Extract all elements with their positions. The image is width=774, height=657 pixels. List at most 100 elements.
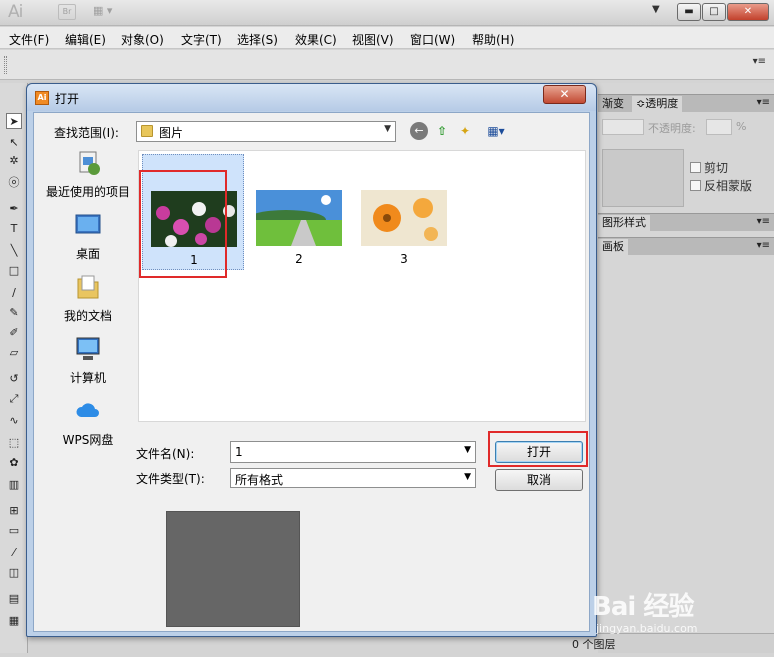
menu-view[interactable]: 视图(V) <box>352 31 394 48</box>
line-tool-icon[interactable]: ╲ <box>6 243 22 259</box>
blend-mode-select[interactable] <box>602 119 644 135</box>
highlight-frame <box>139 170 227 278</box>
transparency-preview <box>602 149 684 207</box>
artboard-tool-icon[interactable]: ▦ <box>6 613 22 629</box>
direct-selection-tool-icon[interactable]: ↖ <box>6 135 22 151</box>
symbol-sprayer-tool-icon[interactable]: ✿ <box>6 455 22 471</box>
place-documents[interactable]: 我的文档 <box>40 273 136 333</box>
checkbox-box[interactable] <box>690 180 701 191</box>
menu-select[interactable]: 选择(S) <box>237 31 278 48</box>
watermark-logo: Bai 经验 <box>592 592 694 622</box>
tab-artboard[interactable]: 画板 <box>598 239 628 255</box>
graph-tool-icon[interactable]: ▥ <box>6 477 22 493</box>
landscape-thumbnail-image <box>256 190 342 246</box>
place-desktop[interactable]: 桌面 <box>40 211 136 271</box>
dialog-titlebar[interactable]: Ai 打开 ✕ <box>27 84 596 111</box>
tab-gradient[interactable]: 渐变 <box>598 96 628 112</box>
workspace-dropdown-icon[interactable]: ▼ <box>652 4 660 15</box>
invert-mask-checkbox[interactable]: 反相蒙版 <box>690 177 770 193</box>
filename-label: 文件名(N): <box>136 447 195 461</box>
opacity-unit: % <box>736 120 747 133</box>
graphic-styles-panel-tabs: 图形样式 ▾≡ <box>598 213 774 231</box>
tab-transparency[interactable]: ≎透明度 <box>632 96 683 112</box>
filetype-label: 文件类型(T): <box>136 472 205 486</box>
preview-pane <box>166 511 300 627</box>
pen-tool-icon[interactable]: ✒ <box>6 201 22 217</box>
menu-edit[interactable]: 编辑(E) <box>65 31 106 48</box>
menu-type[interactable]: 文字(T) <box>181 31 222 48</box>
file-item[interactable]: 1 <box>139 154 244 278</box>
filename-input[interactable]: 1 ▼ <box>230 441 476 463</box>
file-name: 3 <box>400 252 408 266</box>
warp-tool-icon[interactable]: ∿ <box>6 413 22 429</box>
new-folder-button[interactable]: ✦ <box>456 122 474 140</box>
menu-help[interactable]: 帮助(H) <box>472 31 514 48</box>
chevron-down-icon[interactable]: ▼ <box>464 445 471 455</box>
layers-count: 0 个图层 <box>572 638 616 651</box>
places-bar: 最近使用的项目 桌面 我的文档 计算机 WPS网盘 <box>40 149 136 459</box>
opacity-field[interactable] <box>706 119 732 135</box>
app-close-button[interactable]: ✕ <box>727 3 769 21</box>
selection-tool-icon[interactable]: ➤ <box>6 113 22 129</box>
bridge-button[interactable]: Br <box>58 4 76 20</box>
blob-brush-tool-icon[interactable]: ✐ <box>6 325 22 341</box>
open-dialog: Ai 打开 ✕ 查找范围(I): 图片 ▼ ← ⇧ ✦ ▦▾ 最近使用的项目 桌… <box>26 83 597 637</box>
grip-handle[interactable] <box>4 56 7 74</box>
paintbrush-tool-icon[interactable]: ∕ <box>6 285 22 301</box>
chevron-down-icon[interactable]: ▼ <box>464 472 471 482</box>
menu-window[interactable]: 窗口(W) <box>410 31 455 48</box>
up-folder-button[interactable]: ⇧ <box>433 122 451 140</box>
chevron-down-icon[interactable]: ▼ <box>384 124 391 134</box>
eyedropper-tool-icon[interactable]: ⁄ <box>6 545 22 561</box>
menu-effect[interactable]: 效果(C) <box>295 31 337 48</box>
panel-menu-icon[interactable]: ▾≡ <box>757 216 770 227</box>
app-minimize-button[interactable]: ▬ <box>677 3 701 21</box>
file-list: 1 2 3 <box>138 150 586 422</box>
cosmos-thumbnail-image <box>361 190 447 246</box>
rectangle-tool-icon[interactable]: □ <box>6 263 22 279</box>
lookin-label: 查找范围(I): <box>54 126 119 140</box>
panel-menu-icon[interactable]: ▾≡ <box>757 240 770 251</box>
live-paint-tool-icon[interactable]: ▤ <box>6 591 22 607</box>
eraser-tool-icon[interactable]: ▱ <box>6 345 22 361</box>
back-button[interactable]: ← <box>410 122 428 140</box>
pencil-tool-icon[interactable]: ✎ <box>6 305 22 321</box>
clip-checkbox[interactable]: 剪切 <box>690 159 770 175</box>
place-wps-cloud[interactable]: WPS网盘 <box>40 397 136 457</box>
rotate-tool-icon[interactable]: ↺ <box>6 371 22 387</box>
panel-menu-icon[interactable]: ▾≡ <box>757 97 770 108</box>
menu-object[interactable]: 对象(O) <box>121 31 164 48</box>
checkbox-box[interactable] <box>690 162 701 173</box>
arrange-documents-icon[interactable]: ▦ ▾ <box>93 4 123 20</box>
menu-file[interactable]: 文件(F) <box>9 31 49 48</box>
lasso-tool-icon[interactable]: ⓞ <box>6 175 22 191</box>
scale-tool-icon[interactable]: ⤢ <box>6 391 22 407</box>
cloud-drive-icon <box>76 403 99 417</box>
app-maximize-button[interactable]: □ <box>702 3 726 21</box>
artboard-panel-tabs: 画板 ▾≡ <box>598 237 774 255</box>
gradient-tool-icon[interactable]: ▭ <box>6 523 22 539</box>
filetype-value: 所有格式 <box>235 473 284 487</box>
dialog-body: 查找范围(I): 图片 ▼ ← ⇧ ✦ ▦▾ 最近使用的项目 桌面 我的文档 计… <box>33 112 590 632</box>
type-tool-icon[interactable]: T <box>6 221 22 237</box>
mesh-tool-icon[interactable]: ⊞ <box>6 503 22 519</box>
free-transform-tool-icon[interactable]: ⬚ <box>6 435 22 451</box>
illustrator-app-icon: Ai <box>35 91 49 105</box>
place-recent[interactable]: 最近使用的项目 <box>40 149 136 209</box>
filetype-select[interactable]: 所有格式 ▼ <box>230 468 476 488</box>
lookin-combo[interactable]: 图片 ▼ <box>136 121 396 142</box>
file-item[interactable]: 3 <box>353 154 455 270</box>
lookin-value: 图片 <box>159 126 184 140</box>
dialog-title: 打开 <box>55 92 80 106</box>
dialog-close-button[interactable]: ✕ <box>543 85 586 104</box>
cancel-button[interactable]: 取消 <box>495 469 583 491</box>
view-menu-button[interactable]: ▦▾ <box>482 122 510 140</box>
panel-menu-icon[interactable]: ▾≡ <box>753 56 766 67</box>
tab-graphic-styles[interactable]: 图形样式 <box>598 215 650 231</box>
file-item[interactable]: 2 <box>248 154 350 270</box>
place-label: WPS网盘 <box>62 433 114 447</box>
magic-wand-tool-icon[interactable]: ✲ <box>6 153 22 169</box>
blend-tool-icon[interactable]: ◫ <box>6 565 22 581</box>
place-computer[interactable]: 计算机 <box>40 335 136 395</box>
opacity-label: 不透明度: <box>648 122 696 135</box>
